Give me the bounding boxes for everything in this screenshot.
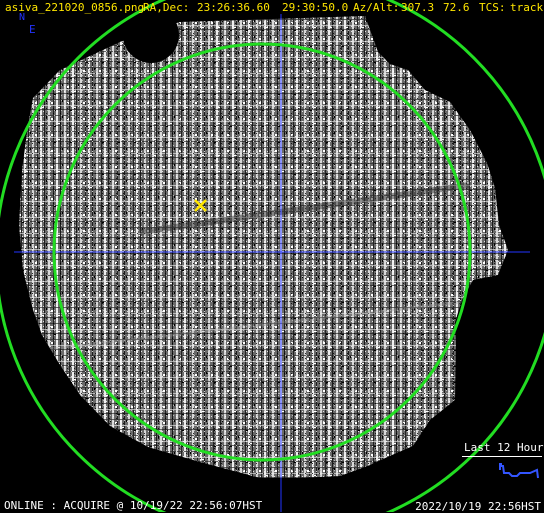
radec-label: RA,Dec: — [143, 1, 190, 14]
status-line: ONLINE : ACQUIRE @ 10/19/22 22:56:07HST — [4, 499, 263, 512]
history-divider — [462, 456, 542, 457]
east-indicator: E — [29, 23, 36, 36]
north-indicator: N — [19, 12, 26, 23]
alt-value: 72.6 — [443, 1, 470, 14]
ra-value: 23:26:36.60 — [197, 1, 270, 14]
dec-value: 29:30:50.0 — [282, 1, 349, 14]
azalt-label: Az/Alt: — [353, 1, 400, 14]
footer-timestamp: 2022/10/19 22:56HST — [415, 500, 541, 513]
tcs-value: track — [510, 1, 544, 14]
tcs-label: TCS: — [479, 1, 506, 14]
allsky-camera-view — [0, 0, 544, 512]
image-filename: asiva_221020_0856.png — [5, 1, 145, 14]
history-label: Last 12 Hours — [464, 441, 544, 454]
az-value: 307.3 — [401, 1, 435, 14]
